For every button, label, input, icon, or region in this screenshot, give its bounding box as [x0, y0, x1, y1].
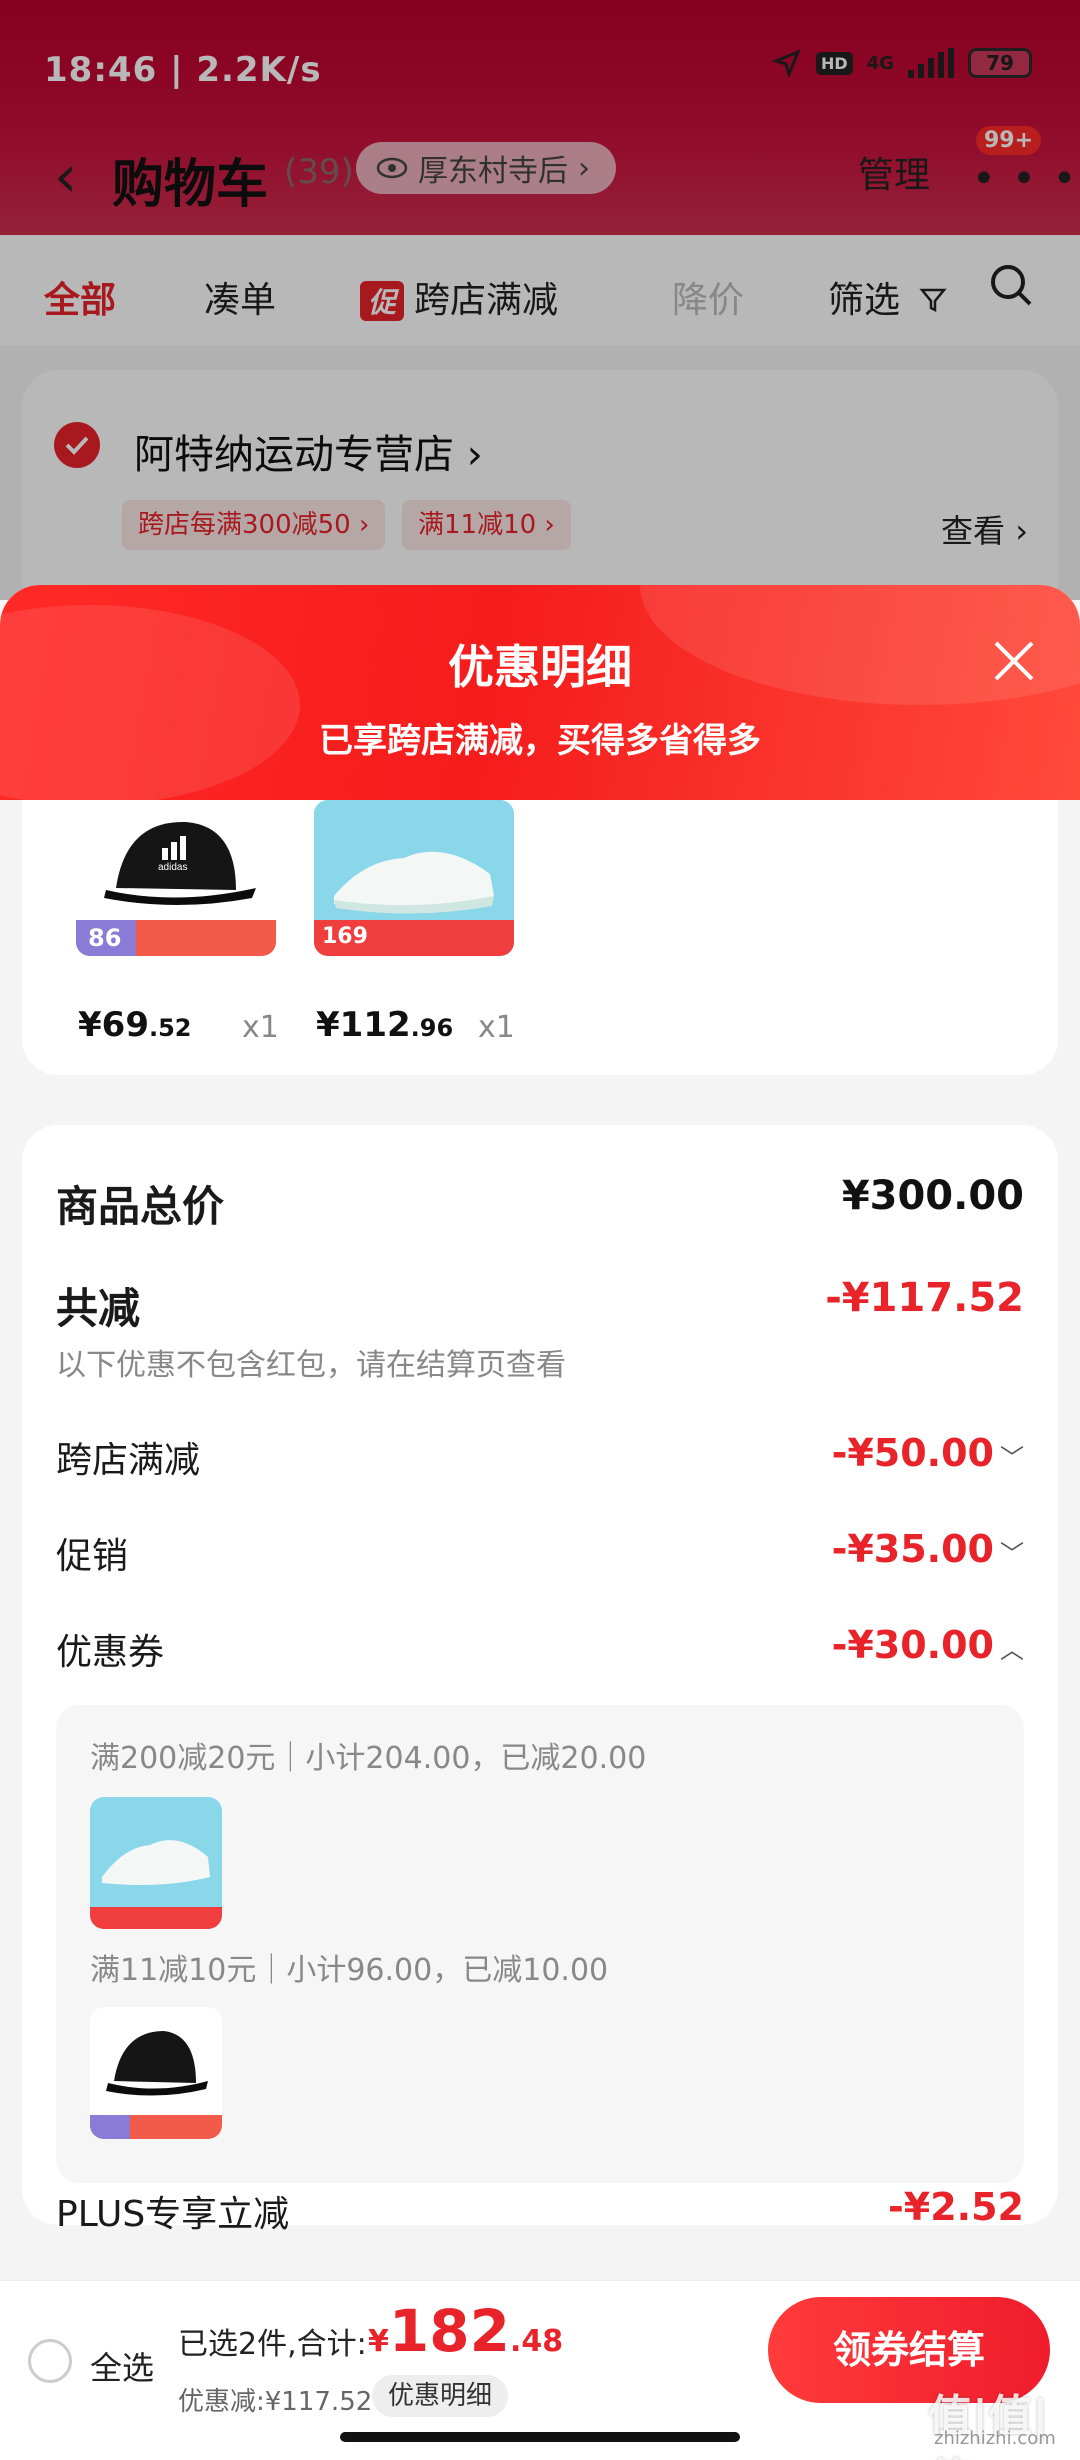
svg-text:adidas: adidas	[158, 862, 187, 873]
product-price: ¥112.96	[316, 1005, 454, 1045]
product-list: adidas 86 169 ¥69.52 x1 ¥112.96 x1	[22, 800, 1058, 1075]
selected-summary: 已选2件,合计:	[178, 2327, 367, 2362]
product-qty: x1	[242, 1010, 279, 1045]
reduce-label: 共减	[56, 1284, 141, 1333]
cart-page: 18:46 | 2.2K/s HD 4G 79 ‹ 购物车 (39) 厚东村寺后…	[0, 0, 1080, 2460]
home-indicator[interactable]	[340, 2432, 740, 2442]
select-all-radio[interactable]	[28, 2339, 72, 2383]
coupon-line: 满200减20元｜小计204.00，已减20.00	[90, 1741, 647, 1776]
coupon-details: 满200减20元｜小计204.00，已减20.00 满11减10元｜小计96.0…	[56, 1705, 1024, 2183]
reduce-note: 以下优惠不包含红包，请在结算页查看	[56, 1348, 566, 1383]
chevron-down-icon: ﹀	[1000, 1540, 1024, 1568]
promo-row[interactable]: -¥35.00 ﹀	[832, 1527, 1024, 1571]
discount-detail-button[interactable]: 优惠明细	[372, 2375, 509, 2417]
coupon-line: 满11减10元｜小计96.00，已减10.00	[90, 1953, 609, 1988]
coupon-product-cap	[90, 2007, 222, 2139]
sheet-title: 优惠明细	[448, 640, 632, 694]
plus-label: PLUS专享立减	[56, 2194, 290, 2235]
select-all-label[interactable]: 全选	[90, 2343, 154, 2389]
total-price: ¥182.48	[368, 2297, 564, 2365]
discount-summary: 优惠减:¥117.52	[178, 2387, 373, 2417]
total-label: 商品总价	[56, 1182, 225, 1231]
sheet-header: 优惠明细 已享跨店满减，买得多省得多	[0, 585, 1080, 800]
total-value: ¥300.00	[841, 1173, 1024, 1219]
coupon-product-shoe	[90, 1797, 222, 1929]
plus-value: -¥2.52	[888, 2185, 1024, 2229]
sheet-subtitle: 已享跨店满减，买得多省得多	[319, 721, 761, 761]
modal-backdrop[interactable]	[0, 0, 1080, 600]
product-qty: x1	[478, 1010, 515, 1045]
promo-label: 促销	[56, 1536, 129, 1577]
discount-detail-sheet: 优惠明细 已享跨店满减，买得多省得多 adidas 86 169 ¥69.52 …	[0, 585, 1080, 2460]
chevron-down-icon: ﹀	[1000, 1444, 1024, 1472]
watermark-url: zhizhizhi.com	[934, 2428, 1056, 2449]
product-badge: 169	[322, 924, 368, 949]
product-image-cap[interactable]: adidas 86	[76, 800, 276, 956]
product-image-shoe[interactable]: 169	[314, 800, 514, 956]
product-badge: 86	[88, 924, 122, 952]
coupon-row[interactable]: -¥30.00 ︿	[832, 1623, 1024, 1667]
reduce-value: -¥117.52	[825, 1275, 1024, 1321]
cap-image	[90, 2031, 222, 2139]
price-breakdown: 商品总价 ¥300.00 共减 -¥117.52 以下优惠不包含红包，请在结算页…	[22, 1125, 1058, 2235]
close-icon[interactable]	[988, 635, 1040, 687]
product-price: ¥69.52	[78, 1005, 192, 1045]
coupon-label: 优惠券	[56, 1632, 165, 1673]
cross-store-label: 跨店满减	[56, 1440, 201, 1481]
chevron-up-icon: ︿	[1000, 1636, 1024, 1664]
cross-store-row[interactable]: -¥50.00 ﹀	[832, 1431, 1024, 1475]
shoe-image	[90, 1797, 222, 1929]
